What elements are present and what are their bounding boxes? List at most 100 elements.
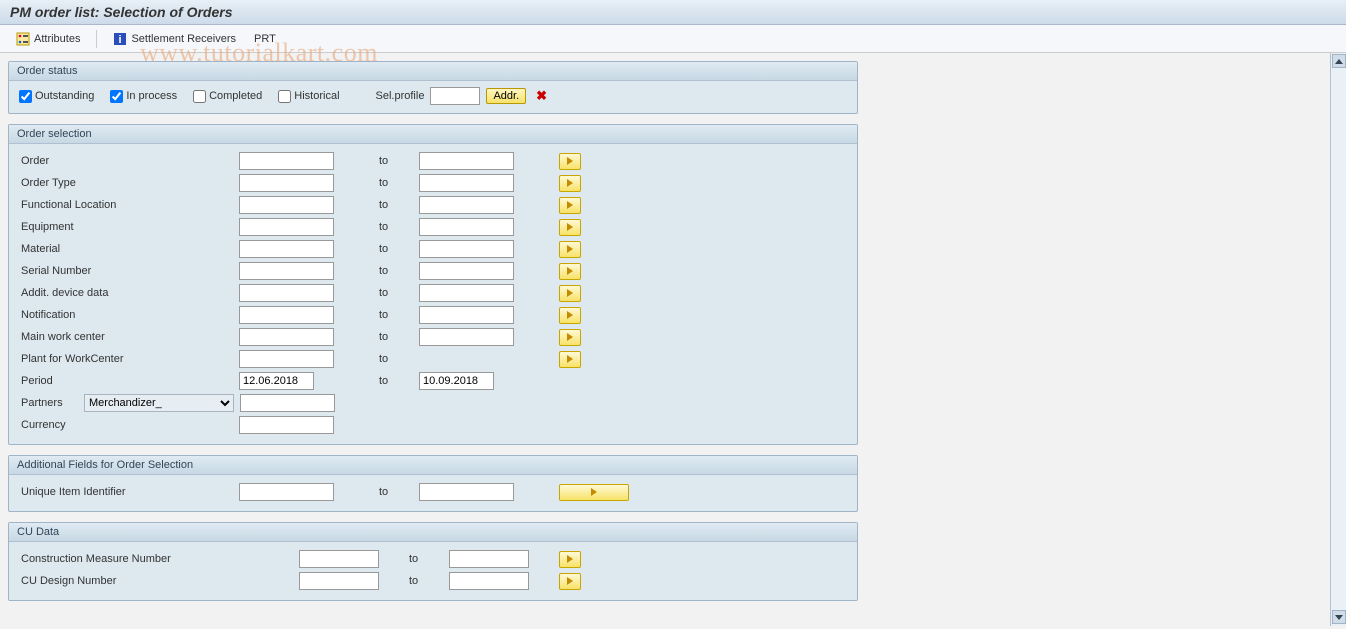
from-input[interactable] — [239, 262, 334, 280]
period-label: Period — [19, 375, 239, 387]
to-label: to — [379, 177, 419, 189]
to-input[interactable] — [419, 152, 514, 170]
from-input[interactable] — [299, 550, 379, 568]
multi-selection-button[interactable] — [559, 351, 581, 368]
from-input[interactable] — [239, 284, 334, 302]
to-input[interactable] — [419, 328, 514, 346]
from-input[interactable] — [239, 196, 334, 214]
multi-selection-button[interactable] — [559, 175, 581, 192]
from-input[interactable] — [239, 174, 334, 192]
arrow-right-icon — [567, 577, 573, 585]
content-area: Order status Outstanding In process Comp… — [0, 53, 1346, 626]
to-input[interactable] — [419, 174, 514, 192]
multi-selection-button[interactable] — [559, 285, 581, 302]
arrow-right-icon — [567, 267, 573, 275]
toolbar-separator — [96, 30, 97, 48]
to-input[interactable] — [419, 284, 514, 302]
from-input[interactable] — [299, 572, 379, 590]
prt-button[interactable]: PRT — [248, 31, 282, 47]
to-input[interactable] — [419, 196, 514, 214]
field-label: Construction Measure Number — [19, 553, 299, 565]
inprocess-checkbox[interactable]: In process — [110, 90, 177, 103]
to-label: to — [379, 331, 419, 343]
multi-selection-button[interactable] — [559, 219, 581, 236]
arrow-right-icon — [567, 355, 573, 363]
multi-selection-button[interactable] — [559, 153, 581, 170]
from-input[interactable] — [239, 306, 334, 324]
multi-selection-button[interactable] — [559, 551, 581, 568]
page-title: PM order list: Selection of Orders — [0, 0, 1346, 25]
outstanding-label: Outstanding — [35, 90, 94, 102]
multi-selection-button[interactable] — [559, 263, 581, 280]
period-from-input[interactable] — [239, 372, 314, 390]
from-input[interactable] — [239, 328, 334, 346]
additional-fields-group: Additional Fields for Order Selection Un… — [8, 455, 858, 512]
arrow-right-icon — [567, 245, 573, 253]
settlement-receivers-button[interactable]: i Settlement Receivers — [107, 30, 242, 48]
selection-row: Notification to — [19, 304, 847, 326]
to-input[interactable] — [419, 306, 514, 324]
to-input[interactable] — [419, 218, 514, 236]
partners-input[interactable] — [240, 394, 335, 412]
arrow-right-icon — [567, 157, 573, 165]
selection-row: Addit. device datato — [19, 282, 847, 304]
selection-row: Main work centerto — [19, 326, 847, 348]
to-input[interactable] — [419, 262, 514, 280]
completed-checkbox[interactable]: Completed — [193, 90, 262, 103]
to-label: to — [379, 309, 419, 321]
arrow-right-icon — [567, 223, 573, 231]
arrow-right-icon — [567, 333, 573, 341]
multi-selection-button[interactable] — [559, 241, 581, 258]
partners-select[interactable]: Merchandizer_ — [84, 394, 234, 412]
currency-input[interactable] — [239, 416, 334, 434]
from-input[interactable] — [239, 218, 334, 236]
vertical-scrollbar[interactable] — [1330, 53, 1346, 626]
from-input[interactable] — [239, 152, 334, 170]
period-row: Periodto — [19, 370, 847, 392]
svg-text:i: i — [119, 34, 122, 46]
selection-row: Serial Numberto — [19, 260, 847, 282]
attributes-label: Attributes — [34, 33, 80, 45]
arrow-right-icon — [567, 289, 573, 297]
completed-label: Completed — [209, 90, 262, 102]
clear-profile-button[interactable]: ✖ — [532, 88, 551, 104]
uii-from-input[interactable] — [239, 483, 334, 501]
cu-data-group: CU Data Construction Measure NumbertoCU … — [8, 522, 858, 601]
cu-row: Construction Measure Numberto — [19, 548, 847, 570]
scroll-down-button[interactable] — [1332, 610, 1346, 624]
uii-label: Unique Item Identifier — [19, 486, 239, 498]
multi-selection-button[interactable] — [559, 307, 581, 324]
attributes-button[interactable]: Attributes — [10, 30, 86, 48]
from-input[interactable] — [239, 350, 334, 368]
arrow-right-icon — [567, 311, 573, 319]
order-selection-group: Order selection OrdertoOrder TypetoFunct… — [8, 124, 858, 445]
selection-row: Orderto — [19, 150, 847, 172]
uii-to-input[interactable] — [419, 483, 514, 501]
selection-row: Plant for WorkCenterto — [19, 348, 847, 370]
info-icon: i — [113, 32, 127, 46]
to-input[interactable] — [449, 550, 529, 568]
order-status-group: Order status Outstanding In process Comp… — [8, 61, 858, 114]
currency-row: Currency — [19, 414, 847, 436]
addr-button[interactable]: Addr. — [486, 88, 526, 104]
field-label: Notification — [19, 309, 239, 321]
multi-selection-button[interactable] — [559, 573, 581, 590]
to-input[interactable] — [419, 240, 514, 258]
multi-selection-button[interactable] — [559, 329, 581, 346]
selection-row: Functional Locationto — [19, 194, 847, 216]
from-input[interactable] — [239, 240, 334, 258]
sel-profile-input[interactable] — [430, 87, 480, 105]
historical-checkbox[interactable]: Historical — [278, 90, 339, 103]
to-input[interactable] — [449, 572, 529, 590]
arrow-right-icon — [567, 201, 573, 209]
field-label: Order — [19, 155, 239, 167]
to-label: to — [409, 575, 449, 587]
scroll-up-button[interactable] — [1332, 54, 1346, 68]
outstanding-checkbox[interactable]: Outstanding — [19, 90, 94, 103]
period-to-input[interactable] — [419, 372, 494, 390]
multi-selection-button[interactable] — [559, 197, 581, 214]
to-label: to — [379, 243, 419, 255]
historical-label: Historical — [294, 90, 339, 102]
triangle-up-icon — [1335, 59, 1343, 64]
uii-multi-button[interactable] — [559, 484, 629, 501]
